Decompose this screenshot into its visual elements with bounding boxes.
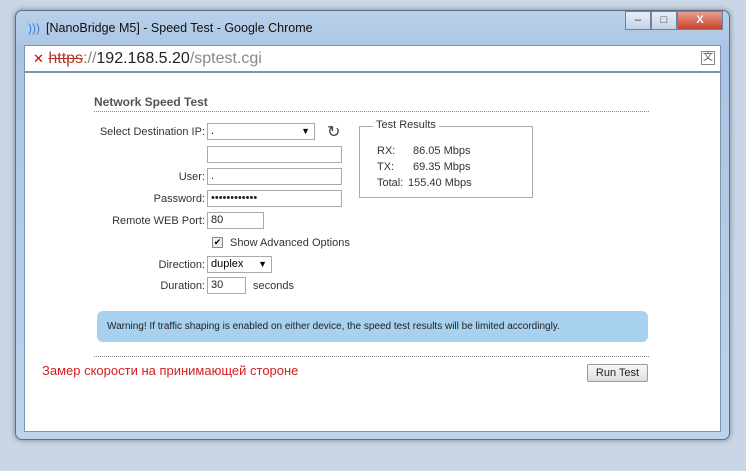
maximize-button[interactable]: □ — [651, 11, 677, 30]
password-input[interactable]: •••••••••••• — [207, 190, 342, 207]
url-scheme: https — [48, 50, 84, 67]
divider — [94, 356, 649, 357]
window-title: [NanoBridge M5] - Speed Test - Google Ch… — [46, 21, 313, 35]
insecure-lock-icon: ✕ — [33, 51, 44, 66]
destination-ip-select[interactable]: . ▼ — [207, 123, 315, 140]
warning-banner: Warning! If traffic shaping is enabled o… — [97, 311, 648, 342]
port-input[interactable]: 80 — [207, 212, 264, 229]
advanced-checkbox[interactable]: ✔ — [212, 237, 223, 248]
close-button[interactable]: X — [677, 11, 723, 30]
user-label: User: — [178, 171, 205, 183]
refresh-icon[interactable]: ↻ — [327, 122, 340, 142]
dest-label: Select Destination IP: — [99, 126, 205, 138]
rss-icon: ))) — [28, 21, 40, 35]
chevron-down-icon: ▼ — [258, 259, 267, 269]
port-label: Remote WEB Port: — [112, 215, 205, 227]
dest-value: . — [211, 125, 215, 137]
destination-ip-input[interactable] — [207, 146, 342, 163]
duration-input[interactable]: 30 — [207, 277, 246, 294]
user-input[interactable]: . — [207, 168, 342, 185]
url-sep: :// — [83, 50, 97, 67]
duration-label: Duration: — [160, 280, 205, 292]
minimize-button[interactable]: – — [625, 11, 651, 30]
annotation-note: Замер скорости на принимающей стороне — [42, 363, 299, 378]
title-bar: ))) [NanoBridge M5] - Speed Test - Googl… — [28, 21, 313, 35]
address-bar[interactable]: ✕ https://192.168.5.20/sptest.cgi 文 — [24, 45, 721, 72]
run-test-button[interactable]: Run Test — [587, 364, 648, 382]
results-legend: Test Results — [373, 119, 439, 131]
translate-icon[interactable]: 文 — [701, 51, 715, 65]
rx-value: 86.05 Mbps — [413, 145, 471, 157]
tx-label: TX: — [377, 161, 395, 173]
tx-value: 69.35 Mbps — [413, 161, 471, 173]
browser-window: ))) [NanoBridge M5] - Speed Test - Googl… — [15, 10, 730, 440]
direction-label: Direction: — [158, 259, 205, 271]
total-label: Total: — [377, 177, 404, 189]
direction-value: duplex — [211, 258, 244, 270]
direction-select[interactable]: duplex ▼ — [207, 256, 272, 273]
advanced-label[interactable]: Show Advanced Options — [230, 237, 350, 249]
url-path: /sptest.cgi — [189, 50, 262, 67]
page-title: Network Speed Test — [94, 95, 649, 112]
password-label: Password: — [153, 193, 205, 205]
rx-label: RX: — [377, 145, 396, 157]
total-value: 155.40 Mbps — [408, 177, 472, 189]
url-host: 192.168.5.20 — [96, 50, 190, 67]
duration-unit: seconds — [253, 280, 294, 292]
test-results: Test Results RX: 86.05 Mbps TX: 69.35 Mbps… — [359, 119, 533, 198]
chevron-down-icon: ▼ — [301, 126, 310, 136]
page-content: Network Speed Test Select Destination IP… — [24, 72, 721, 432]
